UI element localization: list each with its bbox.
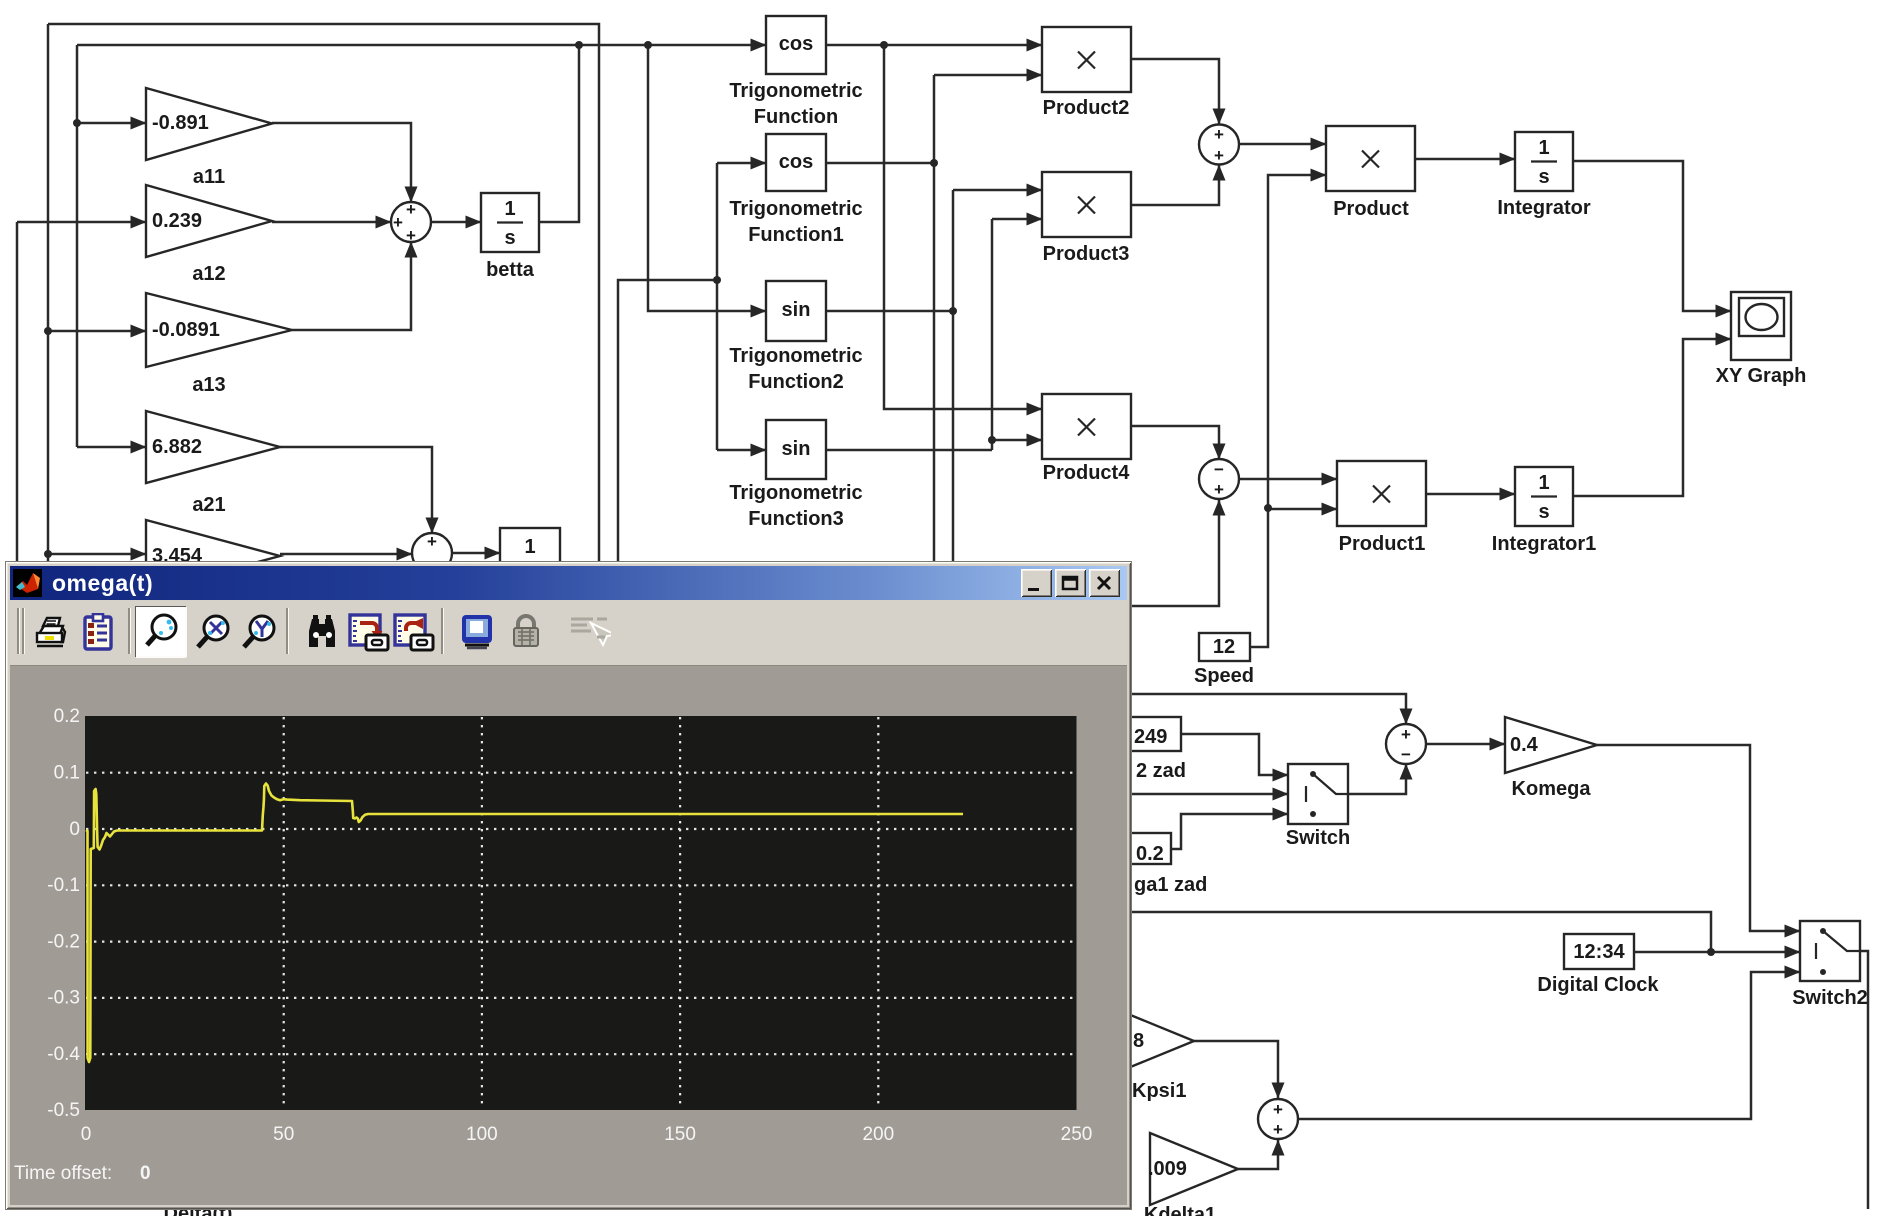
svg-text:12: 12 bbox=[1213, 636, 1235, 658]
svg-text:+: + bbox=[1273, 1120, 1283, 1139]
svg-text:249: 249 bbox=[1134, 726, 1167, 748]
svg-text:Function2: Function2 bbox=[748, 371, 844, 393]
svg-text:0.2: 0.2 bbox=[54, 706, 80, 727]
svg-text:a11: a11 bbox=[193, 166, 225, 188]
svg-text:Product2: Product2 bbox=[1043, 97, 1130, 119]
svg-text:+: + bbox=[1401, 725, 1411, 744]
svg-text:Product: Product bbox=[1333, 198, 1409, 220]
svg-text:Product4: Product4 bbox=[1043, 462, 1131, 484]
svg-text:+: + bbox=[1214, 125, 1224, 144]
svg-text:1: 1 bbox=[524, 536, 535, 558]
svg-text:8: 8 bbox=[1133, 1030, 1144, 1052]
svg-text:12:34: 12:34 bbox=[1573, 941, 1625, 963]
svg-text:50: 50 bbox=[273, 1124, 294, 1145]
svg-text:-0.1: -0.1 bbox=[47, 875, 80, 896]
svg-text:-0.0891: -0.0891 bbox=[152, 319, 220, 341]
svg-text:+: + bbox=[1214, 480, 1224, 499]
svg-text:Product1: Product1 bbox=[1339, 533, 1426, 555]
svg-text:250: 250 bbox=[1061, 1124, 1093, 1145]
svg-text:0: 0 bbox=[69, 819, 80, 840]
svg-text:0: 0 bbox=[81, 1124, 92, 1145]
svg-text:-0.5: -0.5 bbox=[47, 1100, 80, 1121]
svg-text:200: 200 bbox=[862, 1124, 894, 1145]
svg-text:-0.4: -0.4 bbox=[47, 1044, 80, 1065]
svg-text:1: 1 bbox=[1538, 137, 1549, 159]
svg-text:.009: .009 bbox=[1148, 1158, 1187, 1180]
svg-text:Speed: Speed bbox=[1194, 665, 1254, 687]
svg-text:+: + bbox=[427, 532, 437, 551]
svg-text:Trigonometric: Trigonometric bbox=[729, 80, 862, 102]
svg-text:Switch2: Switch2 bbox=[1792, 987, 1868, 1009]
svg-text:+: + bbox=[1273, 1100, 1283, 1119]
svg-text:sin: sin bbox=[782, 299, 811, 321]
svg-text:1: 1 bbox=[504, 198, 515, 220]
svg-text:s: s bbox=[1538, 166, 1549, 188]
svg-text:Switch: Switch bbox=[1286, 827, 1350, 849]
svg-text:-0.891: -0.891 bbox=[152, 112, 209, 134]
svg-text:Integrator1: Integrator1 bbox=[1492, 533, 1596, 555]
svg-text:betta: betta bbox=[486, 259, 535, 281]
svg-text:0.239: 0.239 bbox=[152, 210, 202, 232]
svg-text:Trigonometric: Trigonometric bbox=[729, 345, 862, 367]
svg-text:+: + bbox=[406, 226, 416, 245]
svg-text:cos: cos bbox=[779, 33, 813, 55]
svg-text:+: + bbox=[393, 213, 403, 232]
svg-text:ga1 zad: ga1 zad bbox=[1134, 874, 1207, 896]
svg-text:150: 150 bbox=[664, 1124, 696, 1145]
svg-text:0: 0 bbox=[140, 1163, 151, 1184]
svg-text:Komega: Komega bbox=[1512, 778, 1592, 800]
svg-text:a12: a12 bbox=[192, 263, 225, 285]
svg-text:−: − bbox=[1214, 460, 1224, 479]
svg-text:Trigonometric: Trigonometric bbox=[729, 198, 862, 220]
svg-text:Product3: Product3 bbox=[1043, 243, 1130, 265]
svg-text:Kdelta1: Kdelta1 bbox=[1144, 1204, 1216, 1216]
svg-text:-0.3: -0.3 bbox=[47, 988, 80, 1009]
svg-text:100: 100 bbox=[466, 1124, 498, 1145]
svg-text:a13: a13 bbox=[192, 374, 225, 396]
svg-text:+: + bbox=[1214, 146, 1224, 165]
svg-text:Function3: Function3 bbox=[748, 508, 844, 530]
svg-text:Function: Function bbox=[754, 106, 838, 128]
svg-text:Function1: Function1 bbox=[748, 224, 844, 246]
svg-text:Kpsi1: Kpsi1 bbox=[1132, 1080, 1186, 1102]
svg-text:0.4: 0.4 bbox=[1510, 734, 1539, 756]
svg-text:XY Graph: XY Graph bbox=[1716, 365, 1807, 387]
svg-text:2 zad: 2 zad bbox=[1136, 760, 1186, 782]
svg-text:s: s bbox=[504, 227, 515, 249]
svg-text:s: s bbox=[1538, 501, 1549, 523]
svg-text:6.882: 6.882 bbox=[152, 436, 202, 458]
svg-text:0.1: 0.1 bbox=[54, 763, 80, 784]
svg-text:1: 1 bbox=[1538, 472, 1549, 494]
svg-text:0.2: 0.2 bbox=[1136, 843, 1164, 865]
svg-text:−: − bbox=[1401, 745, 1411, 764]
svg-text:+: + bbox=[406, 200, 416, 219]
svg-text:a21: a21 bbox=[192, 494, 225, 516]
svg-text:Trigonometric: Trigonometric bbox=[729, 482, 862, 504]
svg-text:Digital Clock: Digital Clock bbox=[1537, 974, 1659, 996]
svg-text:Integrator: Integrator bbox=[1497, 197, 1591, 219]
svg-text:sin: sin bbox=[782, 438, 811, 460]
svg-text:Time offset:: Time offset: bbox=[14, 1163, 112, 1184]
svg-text:-0.2: -0.2 bbox=[47, 931, 80, 952]
svg-text:cos: cos bbox=[779, 151, 813, 173]
